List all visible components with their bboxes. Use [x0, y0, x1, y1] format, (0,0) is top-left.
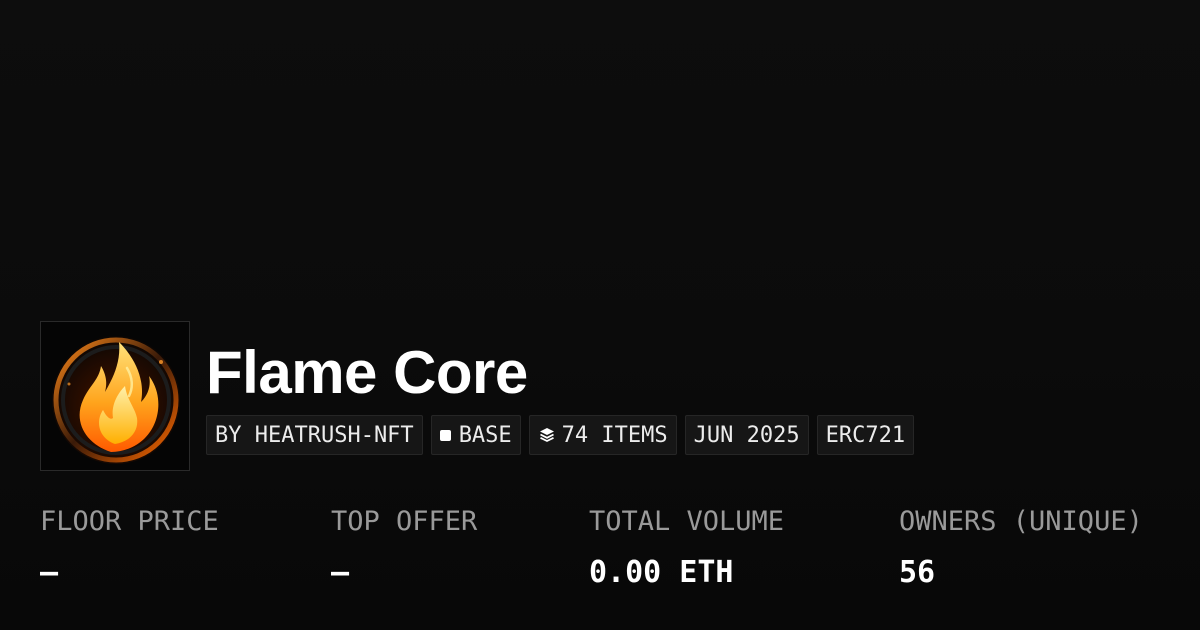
chain-tag[interactable]: BASE: [430, 415, 521, 455]
collection-header: Flame Core BY HEATRUSH-NFT BASE 74 ITEMS: [40, 321, 915, 471]
created-date-tag: JUN 2025: [684, 415, 809, 455]
collection-avatar: [40, 321, 190, 471]
collection-tags: BY HEATRUSH-NFT BASE 74 ITEMS JUN 2025 E…: [206, 415, 915, 455]
base-chain-icon: [439, 429, 451, 441]
floor-price-value: –: [40, 555, 59, 590]
token-standard-tag: ERC721: [816, 415, 915, 455]
total-volume-label: TOTAL VOLUME: [589, 506, 785, 537]
collection-card: Flame Core BY HEATRUSH-NFT BASE 74 ITEMS: [0, 0, 1200, 630]
title-block: Flame Core BY HEATRUSH-NFT BASE 74 ITEMS: [206, 321, 915, 471]
flame-icon: [41, 322, 189, 470]
creator-tag[interactable]: BY HEATRUSH-NFT: [206, 415, 423, 455]
total-volume-value: 0.00 ETH: [589, 555, 734, 590]
collection-stats: FLOOR PRICE – TOP OFFER – TOTAL VOLUME 0…: [0, 506, 1200, 606]
top-offer-label: TOP OFFER: [331, 506, 478, 537]
top-offer-stat: TOP OFFER –: [331, 506, 477, 590]
token-standard-label: ERC721: [825, 422, 906, 448]
items-tag-label: 74 ITEMS: [561, 422, 668, 448]
owners-value: 56: [899, 555, 936, 590]
total-volume-stat: TOTAL VOLUME 0.00 ETH: [589, 506, 784, 590]
floor-price-label: FLOOR PRICE: [40, 506, 219, 537]
top-offer-value: –: [331, 555, 350, 590]
chain-tag-label: BASE: [458, 422, 512, 448]
items-tag: 74 ITEMS: [528, 415, 677, 455]
collection-title: Flame Core: [206, 339, 528, 406]
created-date-label: JUN 2025: [693, 422, 800, 448]
owners-stat: OWNERS (UNIQUE) 56: [899, 506, 1143, 590]
floor-price-stat: FLOOR PRICE –: [40, 506, 219, 590]
owners-label: OWNERS (UNIQUE): [899, 506, 1143, 537]
layers-icon: [539, 428, 554, 442]
creator-tag-label: BY HEATRUSH-NFT: [215, 422, 414, 448]
